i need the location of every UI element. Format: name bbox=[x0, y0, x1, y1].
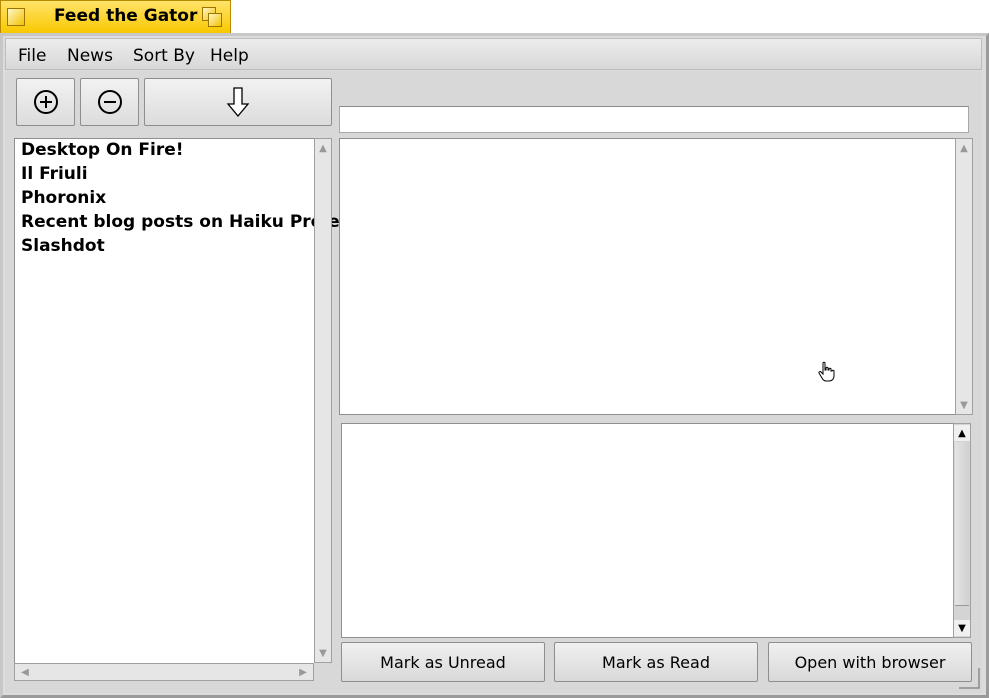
feed-item[interactable]: Desktop On Fire! bbox=[21, 140, 184, 160]
feed-item[interactable]: Il Friuli bbox=[21, 164, 88, 184]
open-with-browser-button[interactable]: Open with browser bbox=[768, 642, 972, 682]
article-list[interactable] bbox=[339, 138, 955, 415]
mark-as-read-button[interactable]: Mark as Read bbox=[554, 642, 758, 682]
menu-file[interactable]: File bbox=[18, 46, 46, 66]
menu-help[interactable]: Help bbox=[210, 46, 249, 66]
scroll-right-icon[interactable]: ▶ bbox=[295, 664, 311, 680]
menu-news[interactable]: News bbox=[67, 46, 113, 66]
add-feed-button[interactable] bbox=[16, 78, 75, 126]
circle-plus-icon bbox=[33, 90, 58, 114]
update-feeds-button[interactable] bbox=[144, 78, 332, 126]
feed-item[interactable]: Slashdot bbox=[21, 236, 105, 256]
remove-feed-button[interactable] bbox=[80, 78, 139, 126]
down-arrow-icon bbox=[226, 87, 250, 118]
scroll-up-icon[interactable]: ▲ bbox=[956, 140, 972, 156]
feed-list-vertical-scrollbar[interactable]: ▲ ▼ bbox=[314, 138, 332, 663]
url-field[interactable] bbox=[339, 106, 969, 133]
scroll-down-icon[interactable]: ▼ bbox=[954, 620, 970, 636]
zoom-window-button[interactable] bbox=[202, 7, 224, 27]
feed-list-horizontal-scrollbar[interactable]: ◀ ▶ bbox=[14, 663, 314, 681]
feed-item[interactable]: Recent blog posts on Haiku Project bbox=[21, 212, 358, 232]
article-list-scrollbar[interactable]: ▲ ▼ bbox=[955, 138, 973, 415]
hand-cursor-icon bbox=[818, 361, 835, 382]
scroll-thumb[interactable] bbox=[955, 442, 969, 606]
scroll-down-icon[interactable]: ▼ bbox=[315, 645, 331, 661]
detail-pane-scrollbar[interactable]: ▲ ▼ bbox=[953, 423, 971, 638]
menu-sort-by[interactable]: Sort By bbox=[133, 46, 195, 66]
window-title: Feed the Gator bbox=[54, 6, 198, 26]
scroll-up-icon[interactable]: ▲ bbox=[954, 425, 970, 441]
menu-bar: File News Sort By Help bbox=[5, 38, 982, 70]
scroll-left-icon[interactable]: ◀ bbox=[17, 664, 33, 680]
feed-item[interactable]: Phoronix bbox=[21, 188, 106, 208]
zoom-icon-front bbox=[208, 13, 222, 27]
circle-minus-icon bbox=[97, 90, 122, 114]
article-detail-pane[interactable] bbox=[341, 423, 953, 638]
scroll-up-icon[interactable]: ▲ bbox=[315, 140, 331, 156]
feed-list[interactable]: Desktop On Fire! Il Friuli Phoronix Rece… bbox=[14, 138, 358, 663]
resize-grip-icon[interactable] bbox=[955, 664, 983, 692]
mark-as-unread-button[interactable]: Mark as Unread bbox=[341, 642, 545, 682]
close-window-button[interactable] bbox=[7, 8, 25, 26]
scroll-down-icon[interactable]: ▼ bbox=[956, 397, 972, 413]
window-tab[interactable]: Feed the Gator bbox=[0, 0, 231, 33]
